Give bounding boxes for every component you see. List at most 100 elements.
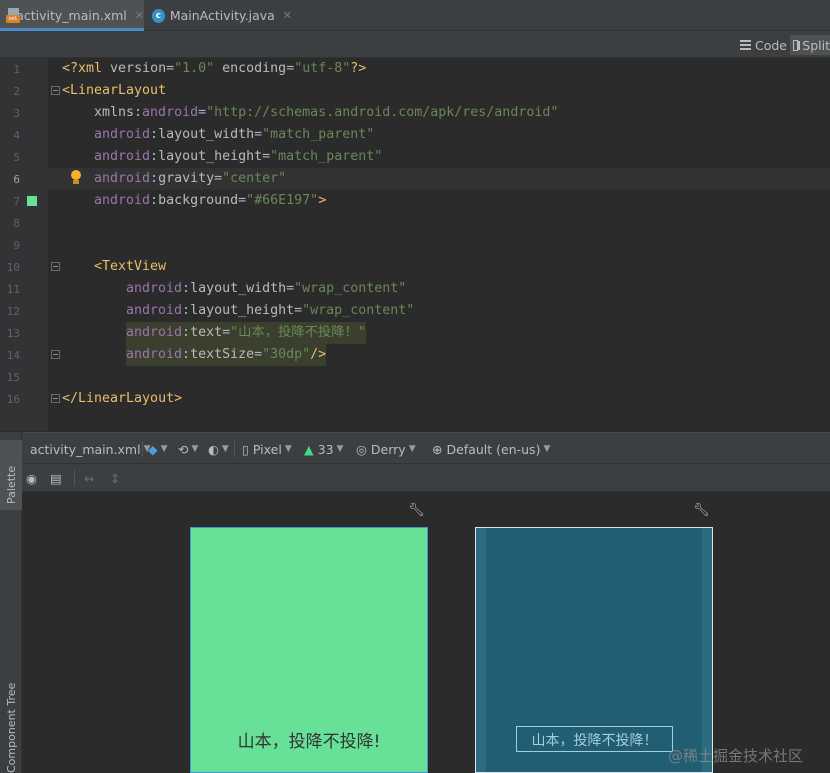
layout-grid-button[interactable]: ▤ xyxy=(50,464,62,492)
vertical-resize-button[interactable]: ↕ xyxy=(110,464,120,492)
side-tool-strip: Palette Component Tree xyxy=(0,432,22,773)
theme-label: Derry xyxy=(370,441,406,457)
orientation-button[interactable]: ⟲ ▼ xyxy=(178,433,198,465)
code-token: : xyxy=(150,193,159,208)
code-token: android xyxy=(126,325,183,340)
tab-label: activity_main.xml xyxy=(16,8,127,23)
code-token: android xyxy=(94,149,151,164)
line-number: 2 xyxy=(13,85,20,98)
lightbulb-icon[interactable] xyxy=(69,169,83,187)
line-number: 5 xyxy=(13,151,20,164)
split-view-button[interactable]: Split xyxy=(790,35,830,55)
grid-icon: ▤ xyxy=(50,470,62,486)
chevron-down-icon: ▼ xyxy=(221,444,229,454)
code-token: layout_width xyxy=(190,281,287,296)
code-token: = xyxy=(254,347,263,362)
code-token: version xyxy=(110,61,167,76)
code-token: "match_parent" xyxy=(270,149,383,164)
line-number: 9 xyxy=(13,239,20,252)
code-line: android:layout_width="match_parent" xyxy=(94,124,374,146)
fold-marker-icon[interactable] xyxy=(51,394,60,403)
design-surface-button[interactable]: ◆ ▼ xyxy=(148,433,168,465)
wrench-icon[interactable]: 🔧︎ xyxy=(693,503,710,518)
component-tree-tab[interactable]: Component Tree xyxy=(0,677,22,773)
tab-label: MainActivity.java xyxy=(169,8,275,23)
line-number: 7 xyxy=(13,195,20,208)
code-line: android:layout_height="match_parent" xyxy=(94,146,382,168)
code-token: ?> xyxy=(350,61,367,76)
code-token: encoding xyxy=(214,61,287,76)
design-preview[interactable]: 山本，投降不投降! xyxy=(190,527,428,773)
code-token: xmlns xyxy=(94,105,135,120)
line-number: 11 xyxy=(6,283,20,296)
code-token: "utf-8" xyxy=(294,61,351,76)
line-number: 4 xyxy=(13,129,20,142)
toolbar-divider xyxy=(142,441,143,457)
preview-textview[interactable]: 山本，投降不投降! xyxy=(191,727,427,752)
line-number: 1 xyxy=(13,63,20,76)
code-token: "山本，投降不投降！" xyxy=(230,325,366,340)
layers-icon: ◆ xyxy=(148,441,158,457)
line-number: 13 xyxy=(6,327,20,340)
tab-main-activity-java[interactable]: c MainActivity.java ✕ xyxy=(152,0,292,31)
blueprint-preview[interactable]: 山本，投降不投降！ xyxy=(475,527,713,773)
fold-marker-icon[interactable] xyxy=(51,86,60,95)
code-token: <TextView xyxy=(94,259,167,274)
code-token: layout_height xyxy=(190,303,295,318)
chevron-down-icon: ▼ xyxy=(336,444,344,454)
wrench-icon[interactable]: 🔧︎ xyxy=(408,503,425,518)
close-icon[interactable]: ✕ xyxy=(283,9,292,22)
blueprint-margin xyxy=(702,528,712,772)
code-token: : xyxy=(134,105,143,120)
theme-dropdown[interactable]: ◎ Derry ▼ xyxy=(356,433,416,465)
locale-dropdown[interactable]: ⊕ Default (en-us) ▼ xyxy=(432,433,550,465)
code-token: : xyxy=(182,281,191,296)
lines-icon xyxy=(740,40,751,50)
code-line: android:textSize="30dp"/> xyxy=(126,344,327,366)
night-mode-button[interactable]: ◐ ▼ xyxy=(208,433,229,465)
toolbar-divider xyxy=(74,470,75,486)
device-dropdown[interactable]: ▯ Pixel ▼ xyxy=(242,433,292,465)
color-swatch-icon[interactable] xyxy=(27,196,37,206)
night-mode-icon: ◐ xyxy=(208,441,219,457)
palette-tab[interactable]: Palette xyxy=(0,440,22,510)
phone-icon: ▯ xyxy=(242,441,249,457)
code-token: android xyxy=(126,303,183,318)
file-selector-dropdown[interactable]: activity_main.xml ▼ xyxy=(30,433,151,465)
chevron-down-icon: ▼ xyxy=(543,444,551,454)
android-icon: ▲ xyxy=(304,441,314,457)
code-view-button[interactable]: Code xyxy=(740,35,787,55)
code-token: "wrap_content" xyxy=(302,303,415,318)
vertical-arrows-icon: ↕ xyxy=(110,470,121,486)
view-options-button[interactable]: ◉ xyxy=(26,464,37,492)
code-token: = xyxy=(262,149,271,164)
blueprint-textview[interactable]: 山本，投降不投降！ xyxy=(516,726,673,752)
horizontal-resize-button[interactable]: ↔ xyxy=(84,464,94,492)
line-number: 14 xyxy=(6,349,20,362)
code-token: "30dp" xyxy=(262,347,311,362)
fold-marker-icon[interactable] xyxy=(51,262,60,271)
code-line: <LinearLayout xyxy=(62,80,166,102)
horizontal-arrows-icon: ↔ xyxy=(84,470,95,486)
line-number: 6 xyxy=(13,173,20,186)
code-token: = xyxy=(222,325,231,340)
code-token: = xyxy=(238,193,247,208)
code-token: = xyxy=(198,105,207,120)
code-line: xmlns:android="http://schemas.android.co… xyxy=(94,102,558,124)
code-editor[interactable]: 1 2 3 4 5 6 7 8 9 10 11 12 13 14 15 16 <… xyxy=(0,58,830,431)
code-token: = xyxy=(286,281,295,296)
chevron-down-icon: ▼ xyxy=(160,444,168,454)
code-line: android:background="#66E197"> xyxy=(94,190,326,212)
tab-activity-main-xml[interactable]: xml activity_main.xml ✕ xyxy=(0,0,144,31)
xml-file-icon: xml xyxy=(6,7,20,24)
close-icon[interactable]: ✕ xyxy=(135,9,144,22)
code-token: android xyxy=(142,105,199,120)
rotate-icon: ⟲ xyxy=(178,441,189,457)
chevron-down-icon: ▼ xyxy=(191,444,199,454)
palette-label: Palette xyxy=(5,465,18,504)
code-token: text xyxy=(190,325,223,340)
api-level-dropdown[interactable]: ▲ 33 ▼ xyxy=(304,433,343,465)
line-number: 12 xyxy=(6,305,20,318)
split-view-icon xyxy=(793,39,800,51)
fold-marker-icon[interactable] xyxy=(51,350,60,359)
